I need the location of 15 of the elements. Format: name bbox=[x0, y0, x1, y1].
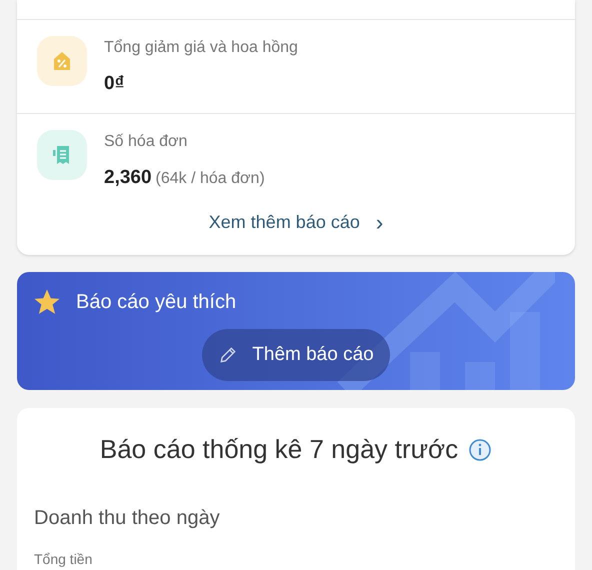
stat-label: Tổng giảm giá và hoa hồng bbox=[104, 38, 298, 58]
more-reports-link[interactable]: Xem thêm báo cáo › bbox=[208, 206, 384, 239]
info-icon[interactable] bbox=[468, 438, 492, 462]
stat-value: 2,360 bbox=[104, 166, 152, 190]
discount-tag-icon bbox=[37, 36, 87, 86]
stat-label: Số hóa đơn bbox=[104, 132, 188, 152]
weekly-title: Báo cáo thống kê 7 ngày trước bbox=[100, 433, 458, 466]
add-report-button[interactable]: Thêm báo cáo bbox=[202, 329, 390, 381]
pencil-icon bbox=[218, 345, 238, 365]
stat-value: 0₫ bbox=[104, 72, 124, 96]
field-label: Tổng tiền bbox=[34, 550, 94, 569]
stat-note: (64k / hóa đơn) bbox=[156, 168, 265, 188]
section-title: Doanh thu theo ngày bbox=[34, 506, 221, 531]
favorites-title: Báo cáo yêu thích bbox=[76, 290, 236, 315]
receipt-icon bbox=[37, 130, 87, 180]
